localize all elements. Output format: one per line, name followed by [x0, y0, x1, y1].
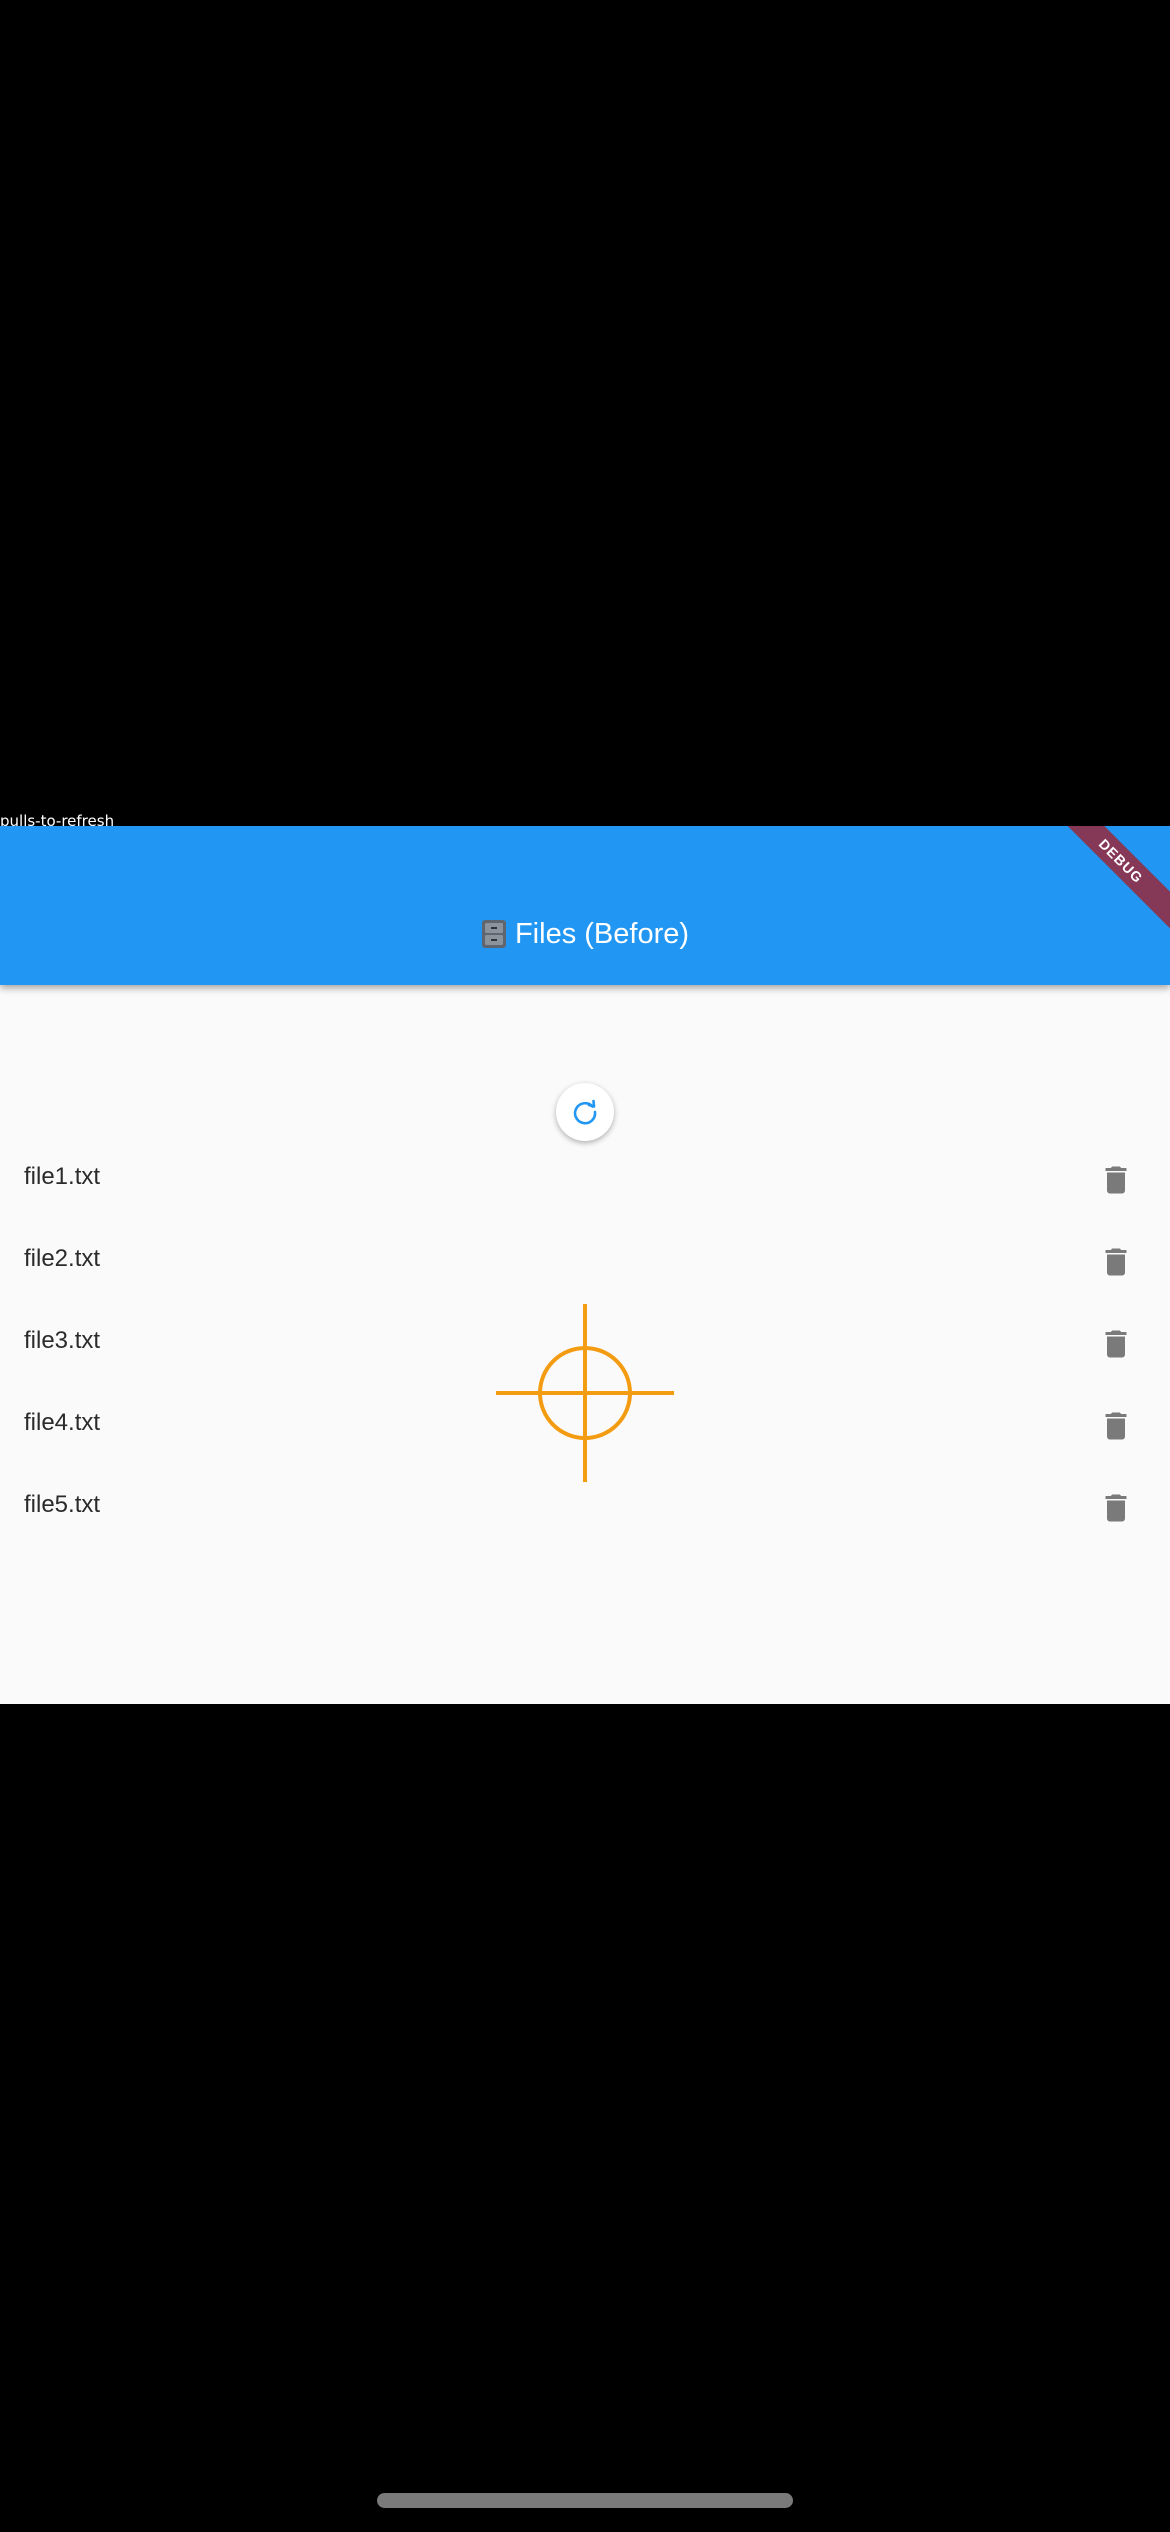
page-title: Files (Before)	[0, 916, 1170, 952]
refresh-icon	[573, 1099, 597, 1125]
app-window: Files (Before) DEBUG file1.txt file2.txt	[0, 826, 1170, 1704]
device-screen: pulls-to-refresh Files (Before) DEBUG fi…	[0, 0, 1170, 2532]
file-name: file4.txt	[24, 1409, 101, 1436]
file-name: file5.txt	[24, 1491, 101, 1518]
file-name: file1.txt	[24, 1163, 101, 1190]
trash-icon[interactable]	[1098, 1326, 1134, 1362]
file-name: file2.txt	[24, 1245, 101, 1272]
crosshair-icon	[496, 1304, 674, 1482]
trash-icon[interactable]	[1098, 1490, 1134, 1526]
trash-icon[interactable]	[1098, 1162, 1134, 1198]
refresh-indicator	[556, 1083, 614, 1141]
file-cabinet-icon	[481, 919, 507, 949]
list-item[interactable]: file2.txt	[0, 1218, 1170, 1300]
page-title-text: Files (Before)	[514, 918, 690, 950]
trash-icon[interactable]	[1098, 1244, 1134, 1280]
file-name: file3.txt	[24, 1327, 101, 1354]
list-item[interactable]: file1.txt	[0, 1136, 1170, 1218]
trash-icon[interactable]	[1098, 1408, 1134, 1444]
app-bar: Files (Before) DEBUG	[0, 826, 1170, 985]
home-indicator[interactable]	[377, 2493, 793, 2508]
